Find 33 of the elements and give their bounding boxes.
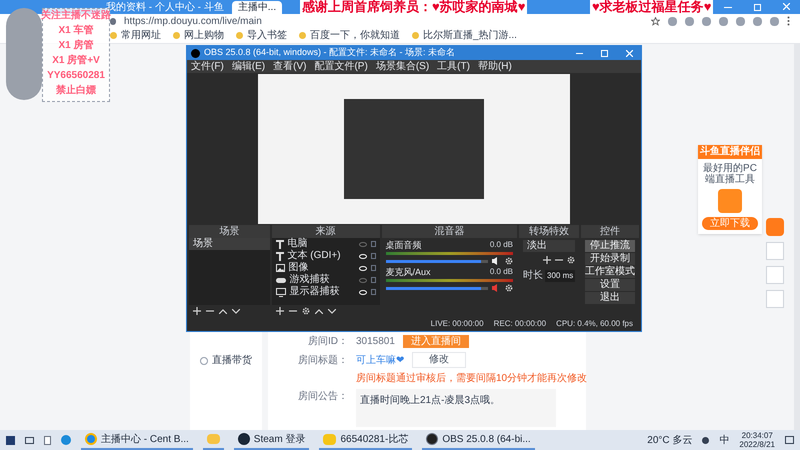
volume-reading: 0.0 dB <box>490 267 513 277</box>
audio-source-name: 桌面音频 <box>386 240 422 250</box>
status-text: CPU: 0.4%, 60.00 fps <box>556 318 633 330</box>
clock-time: 20:34:07 <box>742 431 773 440</box>
status-text: LIVE: 00:00:00 <box>430 318 484 330</box>
dock-title: 控件 <box>581 225 639 238</box>
field-label: 房间ID： <box>307 334 348 349</box>
overlay-text: X1 房管+V <box>52 54 100 67</box>
status-text: REC: 00:00:00 <box>494 318 546 330</box>
audio-source-name: 麦克风/Aux <box>386 267 431 277</box>
banner-text: 感谢上周首席饲养员：♥苏哎家的南城♥ <box>300 0 528 14</box>
overlay-text: YY66560281 <box>47 69 105 82</box>
dock-title: 来源 <box>272 225 380 238</box>
clock-date: 2022/8/21 <box>739 440 775 449</box>
room-id: 3015801 <box>356 335 395 349</box>
ad-title: 斗鱼直播伴侣 <box>698 145 762 159</box>
overlay-text: X1 车管 <box>58 24 94 37</box>
warning-text: 房间标题通过审核后，需要间隔10分钟才能再次修改 <box>355 372 586 386</box>
dock-title: 场景 <box>189 225 270 238</box>
field-label: 房间公告： <box>297 390 348 404</box>
overlay-text: X1 房管 <box>58 39 94 52</box>
room-title: 可上车嘛❤ <box>356 354 404 368</box>
dock-title: 混音器 <box>382 225 517 238</box>
input-method: 中 <box>719 434 730 448</box>
volume-reading: 0.0 dB <box>490 240 513 250</box>
duration-label: 时长 <box>523 268 543 283</box>
overlay-text: 禁止白嫖 <box>56 84 96 97</box>
banner-text: ♥求老板过福星任务♥ <box>590 0 714 14</box>
dock-title: 转场特效 <box>519 225 579 238</box>
weather-text: 20°C 多云 <box>647 434 692 448</box>
ad-subtitle: 最好用的PC端直播工具 <box>702 163 758 185</box>
field-label: 房间标题： <box>297 354 348 368</box>
window-title: OBS 25.0.8 (64-bit, windows) - 配置文件: 未命名 - 场景: 未命名 <box>204 46 456 60</box>
